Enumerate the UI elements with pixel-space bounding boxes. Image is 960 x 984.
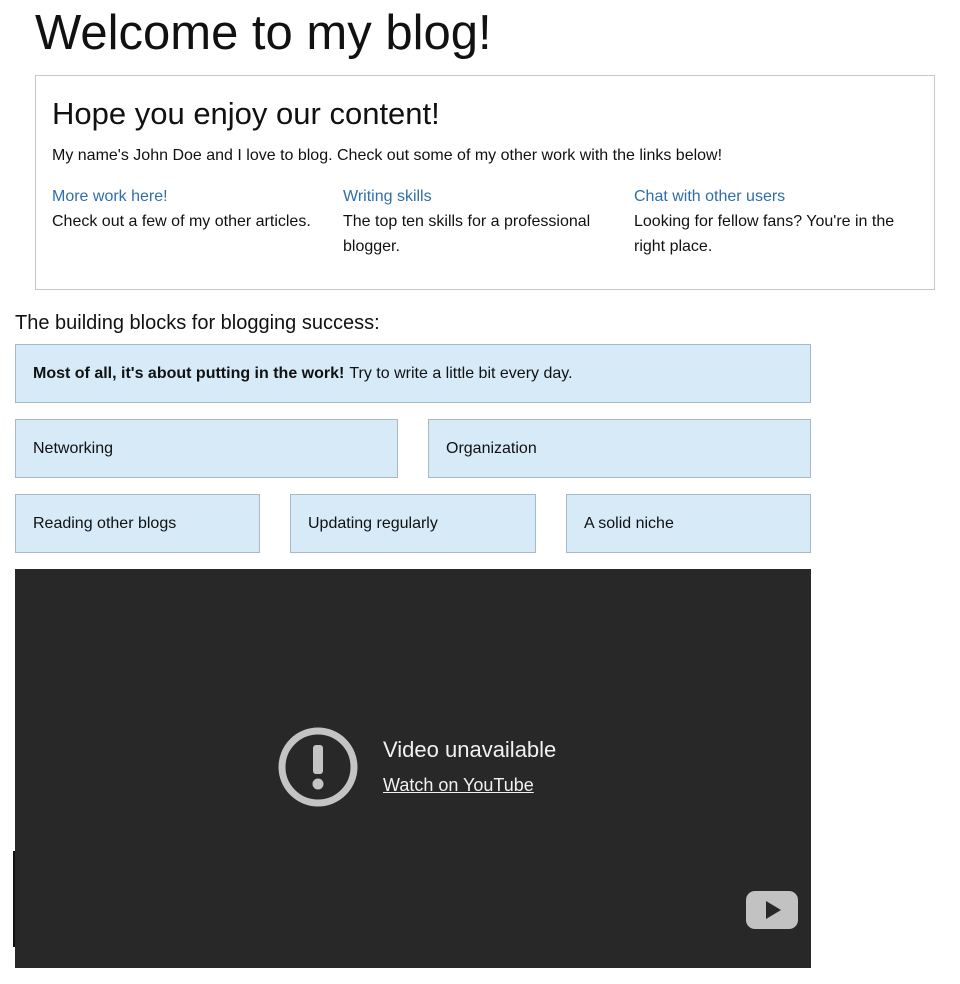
alert-circle-icon [278, 727, 358, 807]
block-reading-other-blogs: Reading other blogs [15, 494, 260, 553]
youtube-play-icon[interactable] [746, 891, 798, 929]
highlight-block: Most of all, it's about putting in the w… [15, 344, 811, 403]
block-solid-niche-label: A solid niche [584, 514, 674, 532]
hero-link-card-chat: Chat with other users Looking for fellow… [634, 184, 925, 259]
block-updating-regularly-label: Updating regularly [308, 514, 438, 532]
block-solid-niche: A solid niche [566, 494, 811, 553]
page-title: Welcome to my blog! [35, 6, 492, 60]
block-updating-regularly: Updating regularly [290, 494, 536, 553]
hero-heading: Hope you enjoy our content! [52, 96, 440, 131]
hero-links: More work here! Check out a few of my ot… [52, 184, 927, 259]
block-reading-other-blogs-label: Reading other blogs [33, 514, 177, 532]
video-edge-shadow [13, 851, 15, 947]
highlight-block-text: Try to write a little bit every day. [349, 364, 573, 382]
video-status: Video unavailable [383, 737, 557, 762]
hero-link-card-writing-skills: Writing skills The top ten skills for a … [343, 184, 634, 259]
chat-users-description: Looking for fellow fans? You're in the r… [634, 213, 895, 255]
block-organization: Organization [428, 419, 811, 478]
writing-skills-link[interactable]: Writing skills [343, 184, 616, 209]
hero-intro: My name's John Doe and I love to blog. C… [52, 147, 723, 164]
block-organization-label: Organization [446, 439, 537, 457]
block-networking-label: Networking [33, 439, 114, 457]
highlight-block-bold: Most of all, it's about putting in the w… [33, 364, 345, 382]
video-embed[interactable]: Video unavailable Watch on YouTube [13, 569, 811, 968]
watch-on-youtube-link[interactable]: Watch on YouTube [383, 773, 534, 797]
hero-link-card-more-work: More work here! Check out a few of my ot… [52, 184, 343, 259]
more-work-link[interactable]: More work here! [52, 184, 325, 209]
writing-skills-description: The top ten skills for a professional bl… [343, 213, 591, 255]
block-networking: Networking [15, 419, 398, 478]
hero-panel: Hope you enjoy our content! My name's Jo… [35, 75, 935, 290]
more-work-description: Check out a few of my other articles. [52, 213, 311, 230]
building-blocks-intro: The building blocks for blogging success… [15, 312, 380, 334]
chat-users-link[interactable]: Chat with other users [634, 184, 907, 209]
